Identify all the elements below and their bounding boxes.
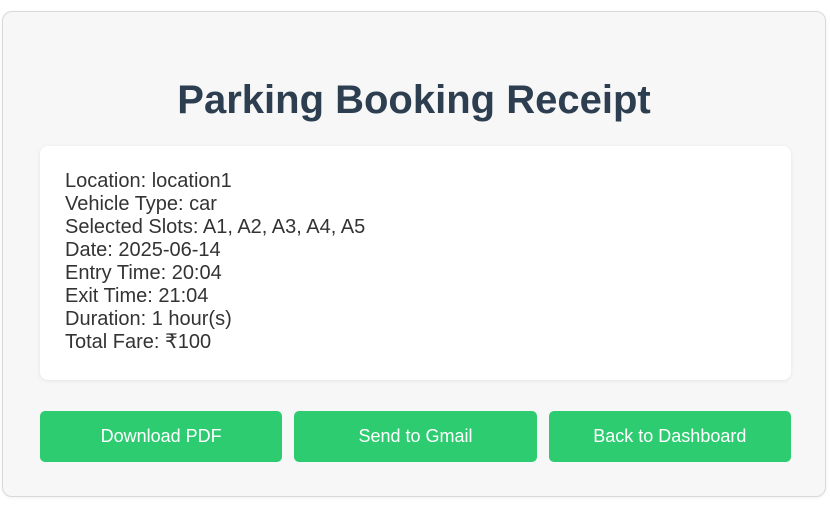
detail-exit-time: Exit Time: 21:04 — [65, 285, 209, 307]
action-buttons: Download PDF Send to Gmail Back to Dashb… — [40, 411, 791, 462]
detail-total-fare: Total Fare: ₹100 — [65, 331, 212, 353]
detail-location: Location: location1 — [65, 170, 232, 192]
receipt-details: Location: location1 Vehicle Type: car Se… — [40, 146, 791, 380]
send-to-gmail-button[interactable]: Send to Gmail — [294, 411, 537, 462]
receipt-card: Parking Booking Receipt Location: locati… — [2, 11, 826, 497]
detail-entry-time: Entry Time: 20:04 — [65, 262, 222, 284]
page-title: Parking Booking Receipt — [177, 78, 651, 122]
detail-selected-slots: Selected Slots: A1, A2, A3, A4, A5 — [65, 216, 366, 238]
detail-vehicle-type: Vehicle Type: car — [65, 193, 217, 215]
download-pdf-button[interactable]: Download PDF — [40, 411, 283, 462]
back-to-dashboard-button[interactable]: Back to Dashboard — [548, 411, 791, 462]
detail-duration: Duration: 1 hour(s) — [65, 308, 232, 330]
detail-date: Date: 2025-06-14 — [65, 239, 221, 261]
